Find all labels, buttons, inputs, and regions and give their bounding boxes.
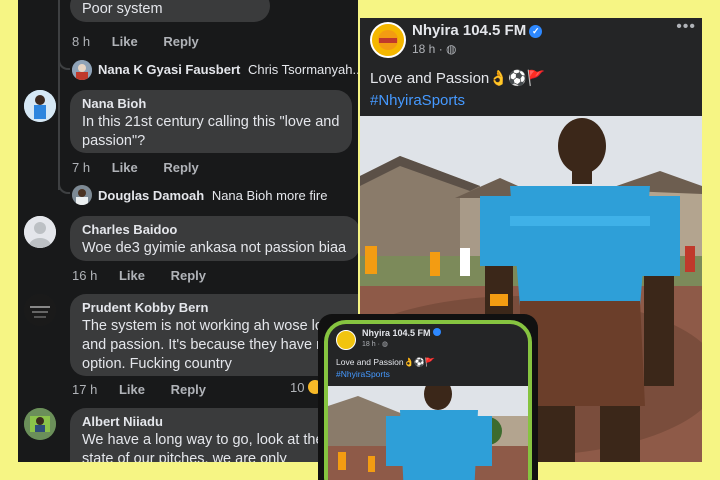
- referee-photo: [328, 386, 528, 480]
- nhyira-logo-icon: [372, 24, 404, 56]
- reply-text: Chris Tsormanyah...: [247, 62, 358, 77]
- verified-badge-icon: [433, 328, 442, 336]
- avatar[interactable]: [24, 408, 56, 440]
- reply-author[interactable]: Douglas Damoah: [98, 188, 204, 203]
- phone-screenshot-inset: Nhyira 104.5 FM 18 h · ◍ Love and Passio…: [318, 314, 538, 480]
- avatar-image: [24, 408, 56, 440]
- avatar-image: [72, 185, 92, 205]
- post-caption: Love and Passion: [370, 70, 490, 87]
- post-text: Love and Passion👌⚽🚩 #NhyiraSports: [370, 68, 545, 112]
- comment-actions: 8 h Like Reply: [72, 34, 221, 49]
- post-meta: 18 h · ◍: [412, 42, 457, 56]
- comment-text: The system is not working ah wose love a…: [82, 318, 339, 372]
- page-name-text[interactable]: Nhyira 104.5 FM: [362, 328, 431, 338]
- more-options-button[interactable]: •••: [676, 18, 696, 36]
- comment-text: We have a long way to go, look at the st…: [82, 432, 324, 462]
- comment-author[interactable]: Nana Bioh: [82, 96, 340, 111]
- comment-time: 16 h: [72, 268, 98, 283]
- reply-button[interactable]: Reply: [171, 268, 206, 283]
- page-name-text[interactable]: Nhyira 104.5 FM: [412, 22, 526, 39]
- comment-actions: 17 h Like Reply: [72, 382, 228, 397]
- comment-time: 7 h: [72, 160, 91, 175]
- comment-bubble-partial: Poor system: [70, 0, 270, 22]
- globe-icon: ◍: [446, 42, 457, 56]
- comment-text: Woe de3 gyimie ankasa not passion biaa: [82, 240, 347, 256]
- reply-preview[interactable]: Nana K Gyasi Fausbert Chris Tsormanyah..…: [98, 62, 358, 77]
- comment-text: In this 21st century calling this "love …: [82, 114, 340, 149]
- avatar[interactable]: [72, 60, 92, 80]
- avatar[interactable]: [24, 216, 56, 248]
- post-time: 18 h ·: [362, 341, 380, 348]
- avatar-image: [24, 294, 56, 326]
- comment-time: 17 h: [72, 382, 98, 397]
- reply-button[interactable]: Reply: [163, 34, 198, 49]
- post-meta: 18 h · ◍: [362, 340, 388, 348]
- globe-icon: ◍: [381, 341, 388, 348]
- verified-badge-icon: ✓: [529, 25, 543, 38]
- post-emoji: 👌⚽🚩: [489, 70, 546, 87]
- like-button[interactable]: Like: [119, 268, 145, 283]
- thread-line: [58, 0, 60, 190]
- post-text: Love and Passion👌⚽🚩 #NhyiraSports: [336, 356, 435, 380]
- comment-actions: 7 h Like Reply: [72, 160, 221, 175]
- comment-actions: 16 h Like Reply: [72, 268, 228, 283]
- comment-author[interactable]: Charles Baidoo: [82, 222, 348, 237]
- avatar[interactable]: [72, 185, 92, 205]
- comment-author[interactable]: Albert Niiadu: [82, 414, 348, 429]
- avatar[interactable]: [24, 294, 56, 326]
- post-photo[interactable]: [328, 386, 528, 480]
- page-avatar[interactable]: [370, 22, 406, 58]
- reaction-count-value: 10: [290, 380, 305, 395]
- like-button[interactable]: Like: [112, 34, 138, 49]
- like-button[interactable]: Like: [119, 382, 145, 397]
- hashtag-link[interactable]: #NhyiraSports: [370, 90, 545, 112]
- comment-time: 8 h: [72, 34, 91, 49]
- avatar-image: [72, 60, 92, 80]
- reply-connector: [58, 180, 70, 194]
- reply-author[interactable]: Nana K Gyasi Fausbert: [98, 62, 240, 77]
- reply-preview[interactable]: Douglas Damoah Nana Bioh more fire: [98, 188, 327, 203]
- page-name[interactable]: Nhyira 104.5 FM: [362, 328, 442, 338]
- phone-frame: Nhyira 104.5 FM 18 h · ◍ Love and Passio…: [324, 320, 532, 480]
- comment-bubble: Albert Niiadu We have a long way to go, …: [70, 408, 358, 462]
- comment-text: Poor system: [82, 1, 163, 17]
- page-avatar[interactable]: [336, 330, 356, 350]
- like-button[interactable]: Like: [112, 160, 138, 175]
- reply-button[interactable]: Reply: [163, 160, 198, 175]
- post-caption: Love and Passion: [336, 357, 404, 367]
- avatar-image: [24, 90, 56, 122]
- comment-bubble: Charles Baidoo Woe de3 gyimie ankasa not…: [70, 216, 358, 261]
- reply-text: Nana Bioh more fire: [211, 188, 328, 203]
- post-emoji: 👌⚽🚩: [403, 357, 436, 367]
- separator: ·: [438, 42, 447, 56]
- avatar[interactable]: [24, 90, 56, 122]
- post-time[interactable]: 18 h: [412, 42, 435, 56]
- comments-panel: Poor system 8 h Like Reply Nana K Gyasi …: [18, 0, 358, 462]
- hashtag-link[interactable]: #NhyiraSports: [336, 368, 435, 380]
- comment-author[interactable]: Prudent Kobby Bern: [82, 300, 358, 315]
- reply-button[interactable]: Reply: [171, 382, 206, 397]
- comment-bubble: Prudent Kobby Bern The system is not wor…: [70, 294, 358, 376]
- comment-bubble: Nana Bioh In this 21st century calling t…: [70, 90, 352, 153]
- default-avatar-icon: [24, 216, 56, 248]
- page-name[interactable]: Nhyira 104.5 FM ✓: [412, 22, 543, 39]
